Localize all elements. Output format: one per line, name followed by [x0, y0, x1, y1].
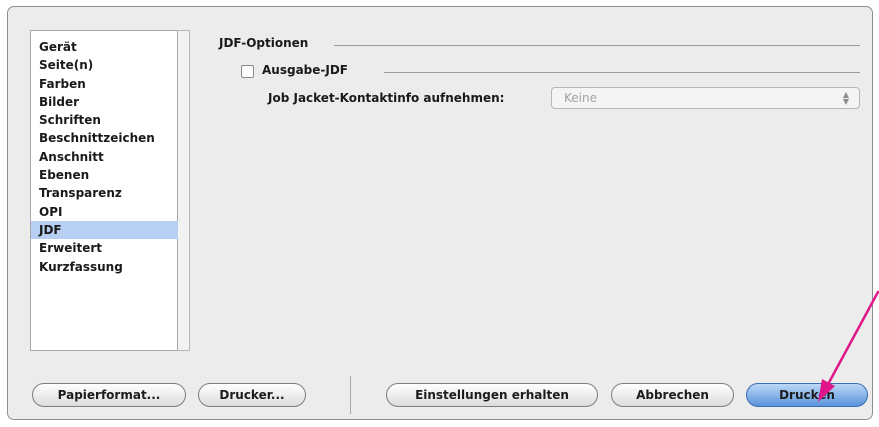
- output-jdf-divider: [384, 72, 860, 73]
- sidebar-item-jdf[interactable]: JDF: [31, 220, 179, 240]
- sidebar-item-schriften[interactable]: Schriften: [31, 111, 179, 129]
- sidebar-item-geraet[interactable]: Gerät: [31, 38, 179, 56]
- sidebar-item-transparenz[interactable]: Transparenz: [31, 184, 179, 202]
- category-list[interactable]: Gerät Seite(n) Farben Bilder Schriften B…: [30, 30, 179, 351]
- printer-button[interactable]: Drucker...: [198, 383, 306, 407]
- category-list-scrollbar[interactable]: [178, 30, 190, 351]
- sidebar-item-seiten[interactable]: Seite(n): [31, 56, 179, 74]
- sidebar-item-anschnitt[interactable]: Anschnitt: [31, 148, 179, 166]
- paper-format-button[interactable]: Papierformat...: [32, 383, 186, 407]
- button-separator: [350, 376, 351, 414]
- keep-settings-button[interactable]: Einstellungen erhalten: [386, 383, 598, 407]
- print-button[interactable]: Drucken: [746, 383, 868, 407]
- sidebar-item-bilder[interactable]: Bilder: [31, 93, 179, 111]
- jdf-options-title: JDF-Optionen: [219, 36, 309, 50]
- contact-info-label: Job Jacket-Kontaktinfo aufnehmen:: [268, 91, 505, 105]
- sidebar-item-opi[interactable]: OPI: [31, 203, 179, 221]
- jdf-options-divider: [334, 45, 860, 46]
- sidebar-item-farben[interactable]: Farben: [31, 75, 179, 93]
- output-jdf-label[interactable]: Ausgabe-JDF: [262, 63, 348, 77]
- cancel-button[interactable]: Abbrechen: [611, 383, 734, 407]
- sidebar-item-ebenen[interactable]: Ebenen: [31, 166, 179, 184]
- output-jdf-checkbox[interactable]: [241, 65, 254, 78]
- category-list-items: Gerät Seite(n) Farben Bilder Schriften B…: [31, 38, 179, 276]
- contact-info-value: Keine: [564, 91, 597, 105]
- contact-info-select[interactable]: Keine ▲ ▼: [551, 87, 860, 109]
- sidebar-item-erweitert[interactable]: Erweitert: [31, 239, 179, 257]
- sidebar-item-kurzfassung[interactable]: Kurzfassung: [31, 258, 179, 276]
- sidebar-item-beschnittzeichen[interactable]: Beschnittzeichen: [31, 129, 179, 147]
- updown-arrows-icon: ▲ ▼: [842, 90, 850, 106]
